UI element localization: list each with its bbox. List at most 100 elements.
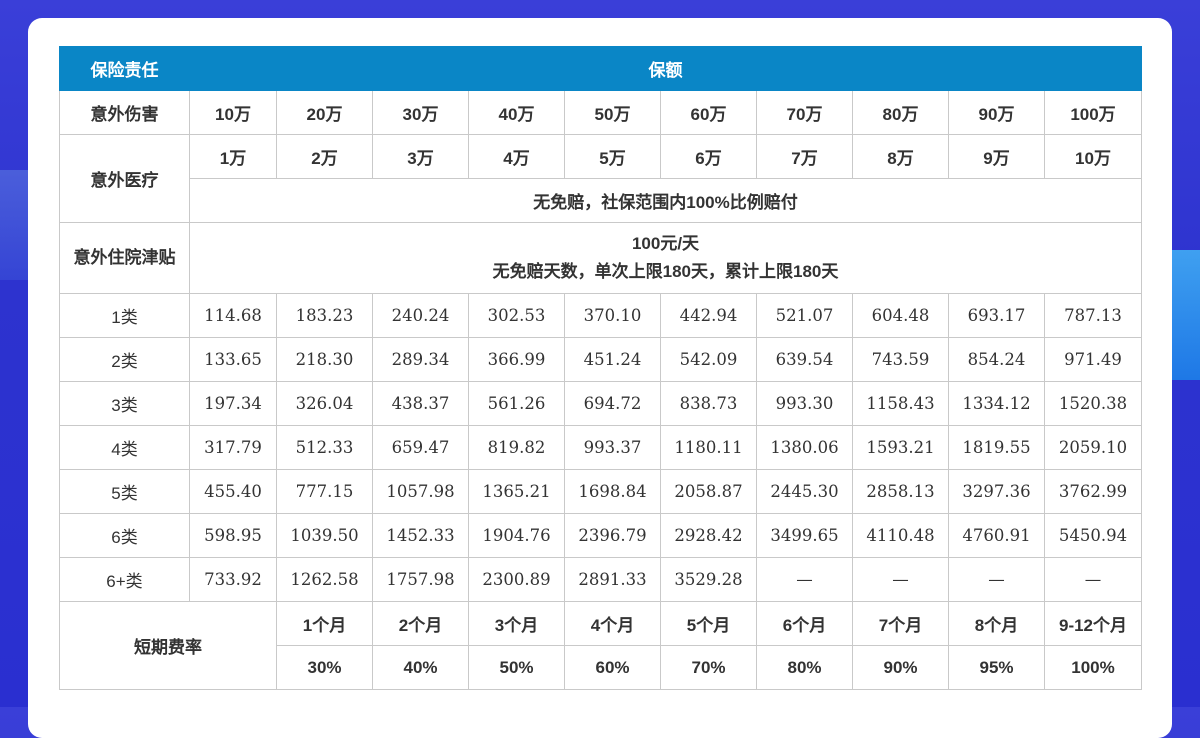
- short-term-period: 2个月: [372, 601, 469, 646]
- accident-medical-label: 意外医疗: [59, 134, 190, 223]
- table-cell: 9万: [948, 134, 1045, 179]
- premium-cell: —: [1044, 557, 1142, 602]
- premium-cell: —: [948, 557, 1045, 602]
- premium-row: 6类 598.95 1039.50 1452.33 1904.76 2396.79 2928…: [59, 513, 1142, 558]
- short-term-period: 9-12个月: [1044, 601, 1142, 646]
- premium-cell: 2858.13: [852, 469, 949, 514]
- accident-injury-label: 意外伤害: [59, 90, 190, 135]
- hospital-allowance-line2: 无免赔天数，单次上限180天，累计上限180天: [492, 262, 839, 281]
- premium-row-label: 6+类: [59, 557, 190, 602]
- premium-cell: 1262.58: [276, 557, 373, 602]
- premium-cell: 733.92: [189, 557, 277, 602]
- premium-cell: 854.24: [948, 337, 1045, 382]
- premium-cell: 1365.21: [468, 469, 565, 514]
- hospital-allowance-label: 意外住院津贴: [59, 222, 190, 294]
- hospital-allowance-row: 意外住院津贴 100元/天 无免赔天数，单次上限180天，累计上限180天: [59, 222, 1142, 294]
- premium-row: 2类 133.65 218.30 289.34 366.99 451.24 542.09 63…: [59, 337, 1142, 382]
- premium-cell: 240.24: [372, 293, 469, 338]
- premium-row: 1类 114.68 183.23 240.24 302.53 370.10 442.94 52…: [59, 293, 1142, 338]
- premium-cell: 1819.55: [948, 425, 1045, 470]
- premium-cell: 777.15: [276, 469, 373, 514]
- table-cell: 50万: [564, 90, 661, 135]
- short-term-period: 3个月: [468, 601, 565, 646]
- premium-cell: 3762.99: [1044, 469, 1142, 514]
- premium-row-label: 2类: [59, 337, 190, 382]
- premium-cell: 694.72: [564, 381, 661, 426]
- table-cell: 20万: [276, 90, 373, 135]
- premium-cell: 3499.65: [756, 513, 853, 558]
- premium-cell: 993.30: [756, 381, 853, 426]
- premium-cell: 2928.42: [660, 513, 757, 558]
- premium-cell: 2445.30: [756, 469, 853, 514]
- premium-cell: 639.54: [756, 337, 853, 382]
- short-term-rate: 95%: [948, 645, 1045, 690]
- premium-cell: 561.26: [468, 381, 565, 426]
- premium-cell: 4110.48: [852, 513, 949, 558]
- short-term-period: 5个月: [660, 601, 757, 646]
- table-cell: 8万: [852, 134, 949, 179]
- premium-cell: 326.04: [276, 381, 373, 426]
- premium-cell: 838.73: [660, 381, 757, 426]
- short-term-period: 6个月: [756, 601, 853, 646]
- premium-cell: 1520.38: [1044, 381, 1142, 426]
- premium-cell: 521.07: [756, 293, 853, 338]
- premium-cell: 2891.33: [564, 557, 661, 602]
- accident-medical-row: 意外医疗 1万 2万 3万 4万 5万 6万 7万 8万 9万 10万: [59, 134, 1142, 223]
- premium-row: 6+类 733.92 1262.58 1757.98 2300.89 2891.33 352…: [59, 557, 1142, 602]
- insurance-rate-table: 保险责任 保额 意外伤害 10万 20万 30万 40万 50万 60万 70万…: [59, 46, 1142, 690]
- premium-cell: 2396.79: [564, 513, 661, 558]
- header-amount: 保额: [189, 46, 1142, 91]
- short-term-rate: 30%: [276, 645, 373, 690]
- premium-cell: 197.34: [189, 381, 277, 426]
- short-term-rate: 40%: [372, 645, 469, 690]
- premium-cell: 317.79: [189, 425, 277, 470]
- premium-cell: —: [852, 557, 949, 602]
- premium-cell: 693.17: [948, 293, 1045, 338]
- header-row: 保险责任 保额: [59, 46, 1142, 91]
- short-term-rate: 60%: [564, 645, 661, 690]
- premium-cell: 455.40: [189, 469, 277, 514]
- table-cell: 5万: [564, 134, 661, 179]
- short-term-period: 8个月: [948, 601, 1045, 646]
- premium-cell: 787.13: [1044, 293, 1142, 338]
- premium-cell: 133.65: [189, 337, 277, 382]
- premium-row-label: 3类: [59, 381, 190, 426]
- premium-cell: 993.37: [564, 425, 661, 470]
- premium-cell: 1158.43: [852, 381, 949, 426]
- accident-medical-note-row: 无免赔，社保范围内100%比例赔付: [60, 178, 1142, 223]
- short-term-period: 7个月: [852, 601, 949, 646]
- table-cell: 2万: [276, 134, 373, 179]
- premium-cell: 289.34: [372, 337, 469, 382]
- table-cell: 100万: [1044, 90, 1142, 135]
- content-card: 保险责任 保额 意外伤害 10万 20万 30万 40万 50万 60万 70万…: [28, 18, 1172, 738]
- premium-cell: 542.09: [660, 337, 757, 382]
- table-cell: 90万: [948, 90, 1045, 135]
- premium-row: 4类 317.79 512.33 659.47 819.82 993.37 1180.11 1…: [59, 425, 1142, 470]
- premium-cell: 1039.50: [276, 513, 373, 558]
- table-cell: 1万: [189, 134, 277, 179]
- short-term-period-row: 短期费率 1个月 2个月 3个月 4个月 5个月 6个月 7个月 8个月 9-12个月: [59, 601, 1142, 690]
- premium-cell: 183.23: [276, 293, 373, 338]
- premium-cell: 2059.10: [1044, 425, 1142, 470]
- premium-cell: 218.30: [276, 337, 373, 382]
- premium-cell: 743.59: [852, 337, 949, 382]
- premium-cell: 1757.98: [372, 557, 469, 602]
- hospital-allowance-detail: 100元/天 无免赔天数，单次上限180天，累计上限180天: [189, 222, 1142, 294]
- premium-cell: 819.82: [468, 425, 565, 470]
- table-cell: 10万: [1044, 134, 1142, 179]
- table-cell: 70万: [756, 90, 853, 135]
- table-cell: 10万: [189, 90, 277, 135]
- premium-cell: 3297.36: [948, 469, 1045, 514]
- header-coverage: 保险责任: [59, 46, 190, 91]
- premium-row: 3类 197.34 326.04 438.37 561.26 694.72 838.73 99…: [59, 381, 1142, 426]
- premium-row-label: 1类: [59, 293, 190, 338]
- short-term-period: 1个月: [276, 601, 373, 646]
- premium-cell: 598.95: [189, 513, 277, 558]
- premium-cell: —: [756, 557, 853, 602]
- premium-cell: 5450.94: [1044, 513, 1142, 558]
- short-term-rate: 70%: [660, 645, 757, 690]
- table-cell: 6万: [660, 134, 757, 179]
- premium-cell: 1380.06: [756, 425, 853, 470]
- short-term-rate: 90%: [852, 645, 949, 690]
- premium-cell: 604.48: [852, 293, 949, 338]
